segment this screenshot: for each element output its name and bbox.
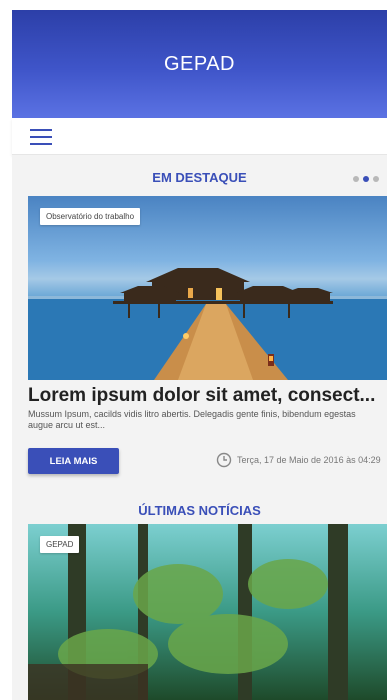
clock-icon — [216, 452, 232, 468]
date-text: Terça, 17 de Maio de 2016 às 04:29 — [237, 455, 381, 465]
carousel-dots — [353, 176, 379, 182]
carousel-dot[interactable] — [373, 176, 379, 182]
featured-date: Terça, 17 de Maio de 2016 às 04:29 — [216, 452, 381, 468]
news-category-tag[interactable]: GEPAD — [40, 536, 80, 553]
featured-category-tag[interactable]: Observatório do trabalho — [40, 208, 141, 225]
carousel-dot[interactable] — [353, 176, 359, 182]
forest-illustration — [28, 524, 387, 700]
featured-section-title: EM DESTAQUE — [152, 170, 247, 185]
main-content[interactable]: EM DESTAQUE Observatório do trabalho Lor… — [12, 155, 387, 700]
menu-icon[interactable] — [30, 128, 52, 146]
featured-excerpt: Mussum Ipsum, cacilds vidis litro aberti… — [28, 409, 356, 430]
news-image[interactable]: GEPAD — [28, 524, 387, 700]
toolbar — [12, 118, 387, 155]
read-more-button[interactable]: LEIA MAIS — [28, 448, 119, 474]
latest-section-title: ÚLTIMAS NOTÍCIAS — [138, 503, 261, 518]
featured-headline[interactable]: Lorem ipsum dolor sit amet, consect... — [28, 385, 387, 407]
app-bar: GEPAD — [12, 10, 387, 118]
app-title: GEPAD — [163, 52, 236, 75]
featured-image[interactable]: Observatório do trabalho — [28, 196, 387, 380]
carousel-dot-active[interactable] — [363, 176, 369, 182]
